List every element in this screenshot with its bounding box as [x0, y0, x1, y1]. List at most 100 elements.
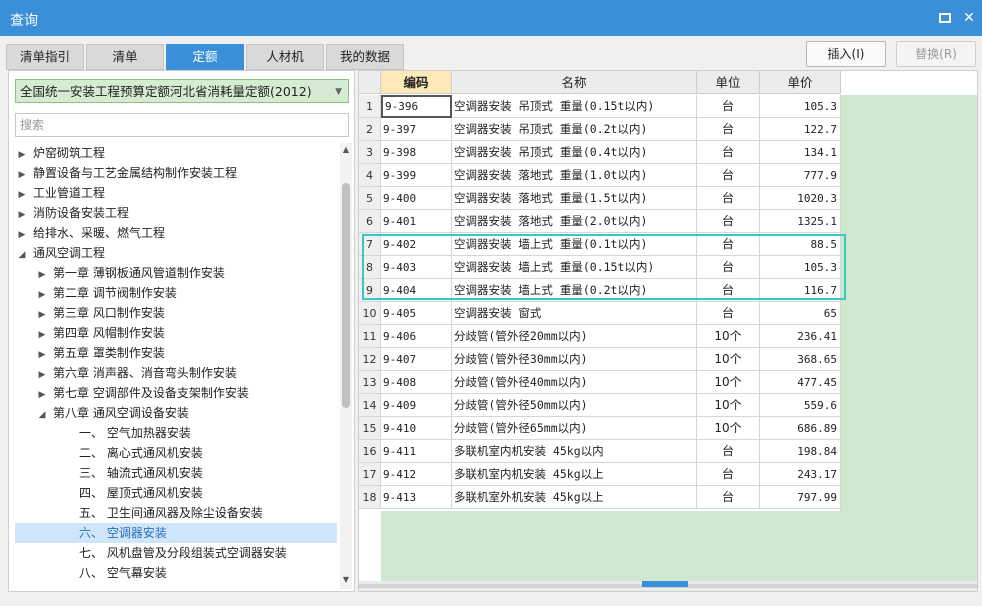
tab-my-data[interactable]: 我的数据	[326, 44, 404, 70]
table-row[interactable]: 13 9-408 分歧管(管外径40mm以内) 10个 477.45	[359, 371, 841, 394]
table-row[interactable]: 16 9-411 多联机室内机安装 45kg以内台 198.84	[359, 440, 841, 463]
row-number[interactable]: 15	[359, 417, 381, 440]
cell-unit[interactable]: 台	[697, 256, 760, 279]
cell-unit[interactable]: 台	[697, 187, 760, 210]
expand-icon[interactable]: ▶	[15, 225, 29, 245]
cell-code[interactable]: 9-409	[381, 394, 452, 417]
expand-icon[interactable]: ▶	[15, 205, 29, 225]
cell-unit[interactable]: 台	[697, 141, 760, 164]
column-header-name[interactable]: 名称	[452, 71, 697, 94]
cell-code[interactable]: 9-405	[381, 302, 452, 325]
tree-item[interactable]: 四、 屋顶式通风机安装	[15, 483, 337, 503]
tree-item[interactable]: 三、 轴流式通风机安装	[15, 463, 337, 483]
cell-code[interactable]: 9-396	[381, 95, 452, 118]
cell-name[interactable]: 空调器安装 墙上式 重量(0.1t以内)	[452, 233, 697, 256]
cell-name[interactable]: 多联机室内机安装 45kg以内	[452, 440, 697, 463]
cell-price[interactable]: 686.89	[760, 417, 841, 440]
table-row[interactable]: 7 9-402 空调器安装 墙上式 重量(0.1t以内) 台 88.5	[359, 233, 841, 256]
table-row[interactable]: 11 9-406 分歧管(管外径20mm以内) 10个 236.41	[359, 325, 841, 348]
table-row[interactable]: 15 9-410 分歧管(管外径65mm以内) 10个 686.89	[359, 417, 841, 440]
column-header-price[interactable]: 单价	[760, 71, 841, 94]
row-number[interactable]: 4	[359, 164, 381, 187]
row-number[interactable]: 10	[359, 302, 381, 325]
tab-bill-guide[interactable]: 清单指引	[6, 44, 84, 70]
cell-price[interactable]: 243.17	[760, 463, 841, 486]
expand-icon[interactable]: ▶	[35, 265, 49, 285]
table-row[interactable]: 5 9-400 空调器安装 落地式 重量(1.5t以内) 台 1020.3	[359, 187, 841, 210]
cell-price[interactable]: 777.9	[760, 164, 841, 187]
cell-price[interactable]: 1325.1	[760, 210, 841, 233]
table-row[interactable]: 9 9-404 空调器安装 墙上式 重量(0.2t以内) 台 116.7	[359, 279, 841, 302]
table-row[interactable]: 2 9-397 空调器安装 吊顶式 重量(0.2t以内) 台 122.7	[359, 118, 841, 141]
cell-unit[interactable]: 台	[697, 463, 760, 486]
cell-code[interactable]: 9-410	[381, 417, 452, 440]
tree-item[interactable]: ▶ 炉窑砌筑工程	[15, 143, 337, 163]
scroll-up-icon[interactable]: ▲	[340, 145, 352, 157]
tree-item[interactable]: 六、 空调器安装	[15, 523, 337, 543]
expand-icon[interactable]: ▶	[35, 325, 49, 345]
row-number[interactable]: 16	[359, 440, 381, 463]
tree-item[interactable]: ▶ 第一章 薄钢板通风管道制作安装	[15, 263, 337, 283]
tree-item[interactable]: ◢ 通风空调工程	[15, 243, 337, 263]
table-row[interactable]: 14 9-409 分歧管(管外径50mm以内) 10个 559.6	[359, 394, 841, 417]
table-row[interactable]: 1 9-396 空调器安装 吊顶式 重量(0.15t以内) 台 105.3	[359, 95, 841, 118]
cell-unit[interactable]: 台	[697, 118, 760, 141]
cell-name[interactable]: 分歧管(管外径50mm以内)	[452, 394, 697, 417]
expand-icon[interactable]: ▶	[15, 145, 29, 165]
table-row[interactable]: 10 9-405 空调器安装 窗式台 65	[359, 302, 841, 325]
table-row[interactable]: 12 9-407 分歧管(管外径30mm以内) 10个 368.65	[359, 348, 841, 371]
maximize-button[interactable]	[936, 9, 954, 27]
scroll-thumb[interactable]	[342, 183, 350, 408]
row-number[interactable]: 13	[359, 371, 381, 394]
row-number[interactable]: 14	[359, 394, 381, 417]
cell-unit[interactable]: 10个	[697, 371, 760, 394]
search-input[interactable]	[15, 113, 349, 137]
row-number[interactable]: 8	[359, 256, 381, 279]
tab-quota[interactable]: 定额	[166, 44, 244, 70]
cell-code[interactable]: 9-399	[381, 164, 452, 187]
tree-item[interactable]: 一、 空气加热器安装	[15, 423, 337, 443]
close-button[interactable]: ✕	[960, 9, 978, 27]
cell-price[interactable]: 368.65	[760, 348, 841, 371]
row-number[interactable]: 3	[359, 141, 381, 164]
tree-item[interactable]: ▶ 给排水、采暖、燃气工程	[15, 223, 337, 243]
cell-price[interactable]: 105.3	[760, 256, 841, 279]
row-number[interactable]: 9	[359, 279, 381, 302]
column-header-unit[interactable]: 单位	[697, 71, 760, 94]
cell-unit[interactable]: 台	[697, 486, 760, 509]
tree-item[interactable]: 二、 离心式通风机安装	[15, 443, 337, 463]
cell-code[interactable]: 9-403	[381, 256, 452, 279]
cell-name[interactable]: 空调器安装 吊顶式 重量(0.4t以内)	[452, 141, 697, 164]
cell-price[interactable]: 236.41	[760, 325, 841, 348]
cell-name[interactable]: 分歧管(管外径65mm以内)	[452, 417, 697, 440]
table-row[interactable]: 3 9-398 空调器安装 吊顶式 重量(0.4t以内) 台 134.1	[359, 141, 841, 164]
column-header-code[interactable]: 编码	[381, 71, 452, 94]
tree-item[interactable]: ▶ 第七章 空调部件及设备支架制作安装	[15, 383, 337, 403]
tree-scrollbar[interactable]: ▲ ▼	[340, 143, 352, 589]
tree-item[interactable]: ▶ 消防设备安装工程	[15, 203, 337, 223]
cell-price[interactable]: 477.45	[760, 371, 841, 394]
cell-unit[interactable]: 台	[697, 95, 760, 118]
row-number[interactable]: 5	[359, 187, 381, 210]
cell-price[interactable]: 65	[760, 302, 841, 325]
table-row[interactable]: 18 9-413 多联机室外机安装 45kg以上台 797.99	[359, 486, 841, 509]
scroll-down-icon[interactable]: ▼	[340, 575, 352, 587]
cell-price[interactable]: 122.7	[760, 118, 841, 141]
table-row[interactable]: 6 9-401 空调器安装 落地式 重量(2.0t以内) 台 1325.1	[359, 210, 841, 233]
tree-item[interactable]: ▶ 第四章 风帽制作安装	[15, 323, 337, 343]
cell-code[interactable]: 9-400	[381, 187, 452, 210]
cell-price[interactable]: 116.7	[760, 279, 841, 302]
cell-name[interactable]: 分歧管(管外径40mm以内)	[452, 371, 697, 394]
table-horizontal-scrollbar[interactable]	[359, 581, 977, 591]
expand-icon[interactable]: ▶	[35, 285, 49, 305]
expand-icon[interactable]: ▶	[35, 345, 49, 365]
cell-code[interactable]: 9-412	[381, 463, 452, 486]
row-number[interactable]: 1	[359, 95, 381, 118]
cell-code[interactable]: 9-398	[381, 141, 452, 164]
cell-unit[interactable]: 台	[697, 233, 760, 256]
expand-icon[interactable]: ▶	[15, 185, 29, 205]
cell-unit[interactable]: 10个	[697, 417, 760, 440]
cell-price[interactable]: 198.84	[760, 440, 841, 463]
scroll-grip[interactable]	[642, 581, 688, 587]
cell-code[interactable]: 9-413	[381, 486, 452, 509]
